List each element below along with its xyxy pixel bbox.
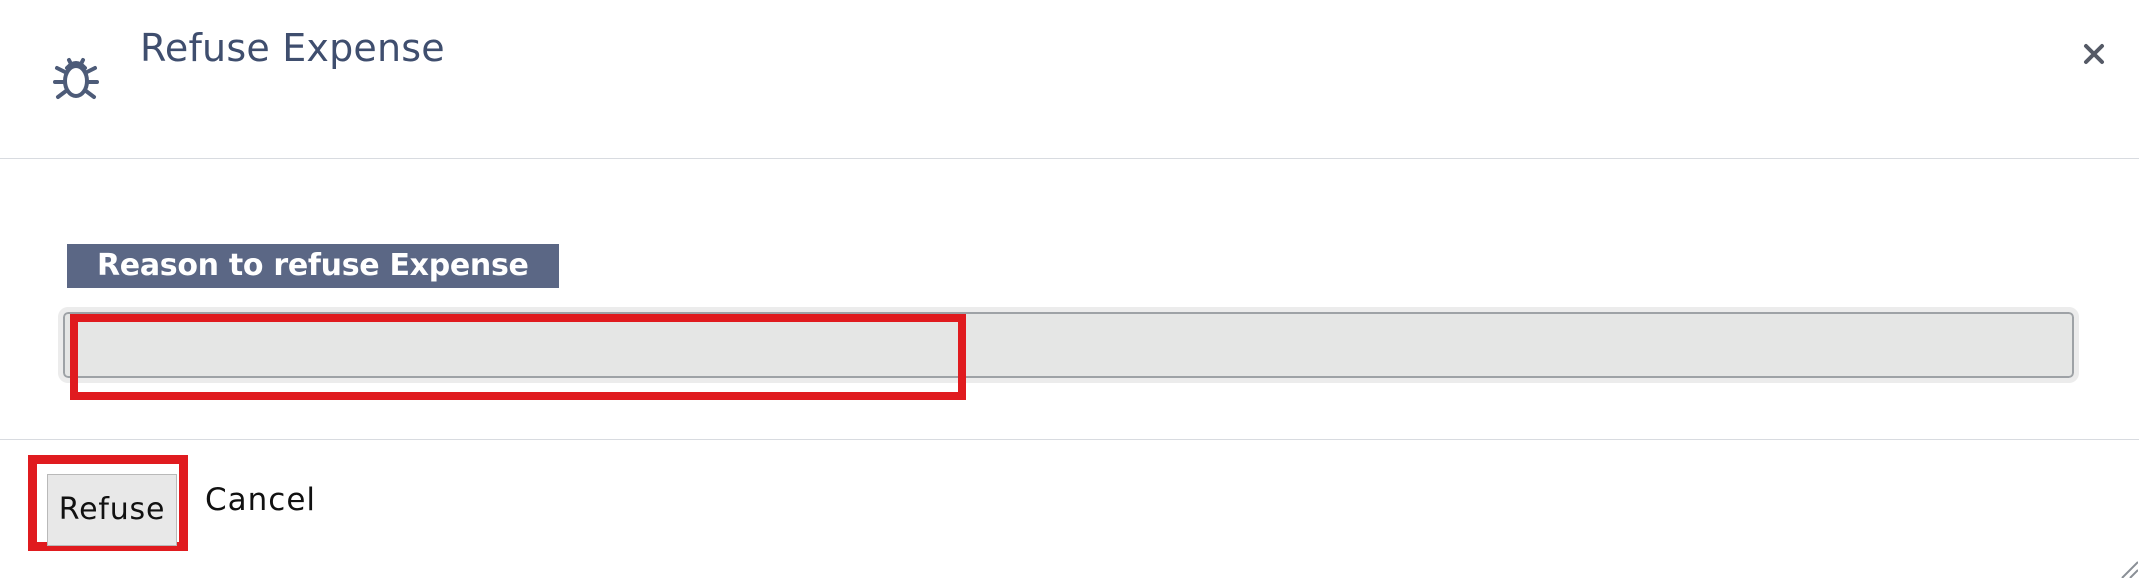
reason-field-label: Reason to refuse Expense — [67, 244, 559, 288]
bug-icon — [53, 58, 99, 99]
refuse-button-highlight: Refuse — [28, 455, 188, 551]
close-icon[interactable] — [2078, 38, 2110, 70]
dialog-title: Refuse Expense — [140, 26, 445, 70]
resize-handle-icon[interactable] — [2118, 560, 2138, 578]
refuse-button[interactable]: Refuse — [47, 474, 177, 546]
cancel-button[interactable]: Cancel — [205, 482, 316, 518]
reason-input[interactable] — [58, 307, 2079, 383]
dialog-body: Reason to refuse Expense — [0, 159, 2139, 440]
refuse-expense-dialog: Refuse Expense Reason to refuse Expense … — [0, 0, 2139, 579]
dialog-footer: Refuse Cancel — [0, 440, 2139, 579]
dialog-header: Refuse Expense — [0, 0, 2139, 159]
